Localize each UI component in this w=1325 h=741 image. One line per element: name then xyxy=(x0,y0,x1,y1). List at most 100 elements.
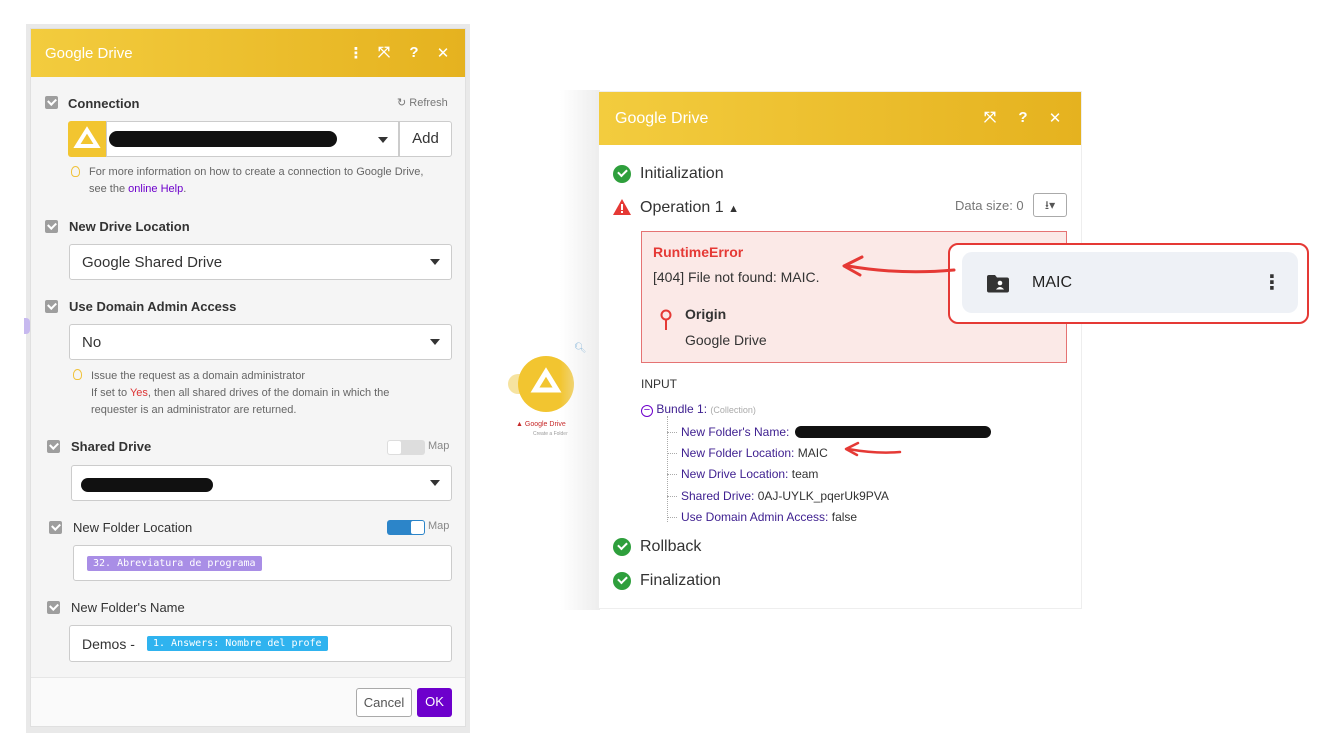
folder-name: MAIC xyxy=(1032,274,1072,291)
shared-drive-select[interactable] xyxy=(71,465,452,501)
field-key: Use Domain Admin Access: xyxy=(681,510,829,524)
drive-location-collapse-checkbox[interactable] xyxy=(45,220,58,233)
redacted-connection-name xyxy=(109,131,337,147)
connection-select[interactable] xyxy=(106,121,399,157)
help-icon[interactable]: ? xyxy=(405,44,423,61)
folder-location-map-toggle[interactable] xyxy=(387,520,425,535)
connection-collapse-checkbox[interactable] xyxy=(45,96,58,109)
collapse-minus-icon: − xyxy=(641,405,653,417)
use-domain-admin-select[interactable]: No xyxy=(69,324,452,360)
success-check-icon xyxy=(613,538,631,556)
mapped-variable-pill[interactable]: 1. Answers: Nombre del profe xyxy=(147,636,328,651)
input-field-row: New Folder's Name: xyxy=(681,425,789,439)
more-vert-icon[interactable]: ⋮ xyxy=(1262,270,1282,295)
help-icon[interactable]: ? xyxy=(1014,109,1032,126)
hint-end: . xyxy=(183,183,187,195)
bundle-toggle[interactable]: − Bundle 1: (Collection) xyxy=(641,402,756,417)
finalization-step[interactable]: Finalization xyxy=(640,572,721,590)
error-message: [404] File not found: MAIC. xyxy=(653,269,820,285)
field-value: 0AJ-UYLK_pqerUk9PVA xyxy=(757,489,889,503)
close-icon[interactable]: ✕ xyxy=(1046,109,1064,127)
lightbulb-icon xyxy=(71,166,80,177)
panel-title: Google Drive xyxy=(615,110,709,127)
field-key: New Folder's Name: xyxy=(681,425,790,439)
add-connection-button[interactable]: Add xyxy=(399,121,452,157)
hint-line-2-post: , then all shared drives of the domain i… xyxy=(147,387,390,399)
chevron-down-icon xyxy=(430,339,440,345)
shared-drive-collapse-checkbox[interactable] xyxy=(47,440,60,453)
input-field-row: New Drive Location: team xyxy=(681,467,818,481)
refresh-icon: ↻ xyxy=(397,97,407,109)
redacted-folder-name xyxy=(795,426,991,438)
connection-label: Connection xyxy=(68,96,140,111)
right-panel-shadow xyxy=(560,90,600,610)
more-options-icon[interactable]: ⋮ xyxy=(347,44,365,62)
tree-branch xyxy=(667,432,677,433)
refresh-button[interactable]: ↻ Refresh xyxy=(397,96,448,109)
bundle-label: Bundle 1: xyxy=(656,402,708,416)
cancel-button[interactable]: Cancel xyxy=(356,688,412,717)
warning-icon xyxy=(612,198,632,216)
shared-drive-map-toggle[interactable] xyxy=(387,440,425,455)
toggle-knob xyxy=(411,521,424,534)
tree-branch xyxy=(667,496,677,497)
close-icon[interactable]: ✕ xyxy=(434,44,452,62)
chevron-down-icon xyxy=(430,480,440,486)
bundle-type: (Collection) xyxy=(710,405,756,415)
domain-admin-collapse-checkbox[interactable] xyxy=(45,300,58,313)
field-key: Shared Drive: xyxy=(681,489,755,503)
connection-hint: For more information on how to create a … xyxy=(89,164,459,198)
rollback-step[interactable]: Rollback xyxy=(640,538,701,556)
toggle-knob xyxy=(388,441,401,454)
ok-button[interactable]: OK xyxy=(417,688,452,717)
download-icon: ⭳▾ xyxy=(1044,198,1056,212)
tree-branch xyxy=(667,453,677,454)
success-check-icon xyxy=(613,165,631,183)
success-check-icon xyxy=(613,572,631,590)
domain-admin-hint: Issue the request as a domain administra… xyxy=(91,368,451,419)
expand-icon[interactable]: ⤧ xyxy=(375,44,393,61)
tree-branch xyxy=(667,517,677,518)
origin-label: Origin xyxy=(685,306,727,322)
field-key: New Folder Location: xyxy=(681,446,795,460)
mapped-variable-pill[interactable]: 32. Abreviatura de programa xyxy=(87,556,262,571)
map-label: Map xyxy=(428,440,450,452)
operation-label: Operation 1 xyxy=(640,199,724,216)
operation-1-step[interactable]: Operation 1 ▲ xyxy=(640,199,739,217)
field-value: MAIC xyxy=(797,446,828,460)
chevron-down-icon xyxy=(430,259,440,265)
hint-line-2-pre: If set to xyxy=(91,387,128,399)
folder-name-prefix: Demos - xyxy=(82,636,135,652)
lightbulb-icon xyxy=(73,369,82,380)
folder-name-collapse-checkbox[interactable] xyxy=(47,601,60,614)
hint-line-3: requester is an administrator are return… xyxy=(91,404,297,416)
folder-location-collapse-checkbox[interactable] xyxy=(49,521,62,534)
input-field-row: Use Domain Admin Access: false xyxy=(681,510,857,524)
new-drive-location-select[interactable]: Google Shared Drive xyxy=(69,244,452,280)
download-button[interactable]: ⭳▾ xyxy=(1033,193,1067,217)
field-value: false xyxy=(831,510,858,524)
input-field-row: Shared Drive: 0AJ-UYLK_pqerUk9PVA xyxy=(681,489,889,503)
new-drive-location-label: New Drive Location xyxy=(69,219,190,234)
origin-value: Google Drive xyxy=(685,332,767,348)
drag-handle[interactable] xyxy=(24,318,30,334)
hint-yes: Yes xyxy=(129,387,148,399)
shared-drive-label: Shared Drive xyxy=(71,439,152,454)
panel-title: Google Drive xyxy=(45,45,133,62)
online-help-link[interactable]: online Help xyxy=(128,183,183,195)
new-folder-location-label: New Folder Location xyxy=(73,520,193,535)
folder-list-item[interactable]: MAIC ⋮ xyxy=(962,252,1298,313)
location-pin-icon xyxy=(659,309,673,331)
expand-icon[interactable]: ⤧ xyxy=(981,109,999,126)
field-key: New Drive Location: xyxy=(681,467,789,481)
hint-text-2: see the xyxy=(89,183,126,195)
error-type: RuntimeError xyxy=(653,244,744,260)
new-folder-location-input[interactable]: 32. Abreviatura de programa xyxy=(73,545,452,581)
annotation-arrow-location xyxy=(844,441,902,457)
input-section-label: INPUT xyxy=(641,377,677,391)
initialization-step[interactable]: Initialization xyxy=(640,165,724,183)
new-folder-name-input[interactable]: Demos - 1. Answers: Nombre del profe xyxy=(69,625,452,662)
folder-callout: MAIC ⋮ xyxy=(948,243,1309,324)
shared-folder-icon xyxy=(986,274,1010,293)
refresh-label: Refresh xyxy=(409,97,448,109)
